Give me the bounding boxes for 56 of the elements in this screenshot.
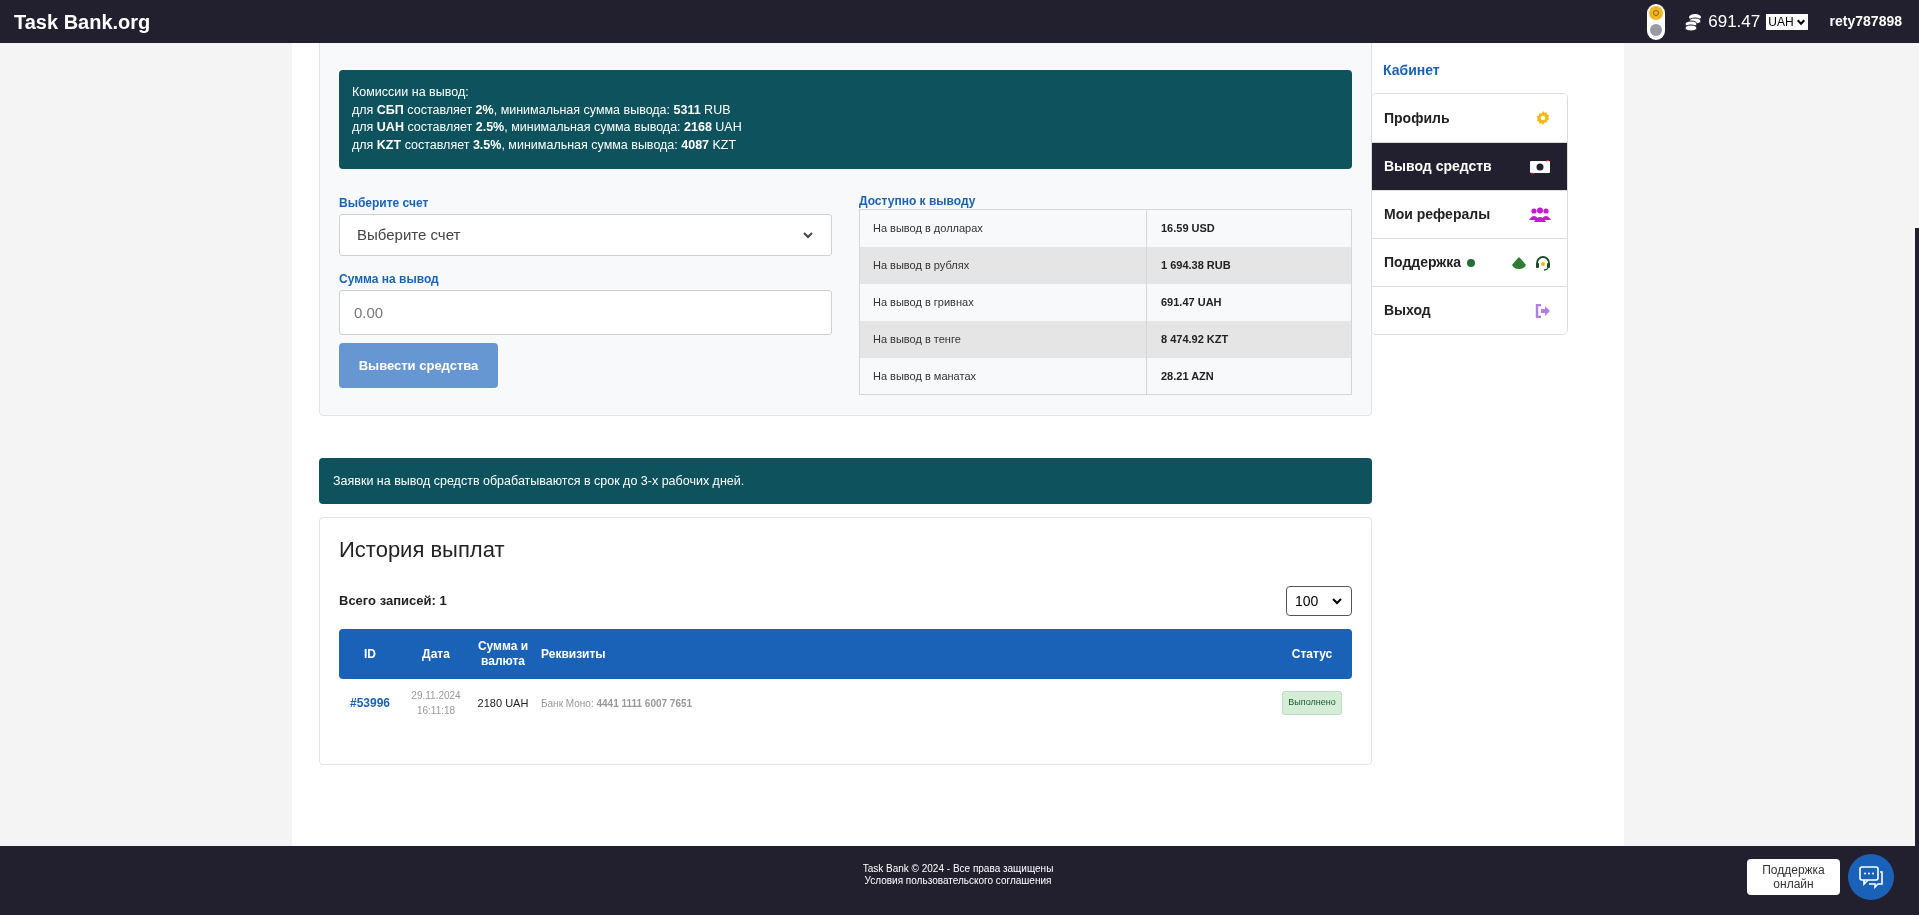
table-cell-text: 29.11.2024 <box>411 689 461 703</box>
account-select[interactable]: Выберите счет <box>339 214 832 256</box>
page-size-select[interactable]: 100 <box>1286 586 1352 616</box>
section-label: Доступно к выводу <box>859 193 977 206</box>
terms-link[interactable]: Условия пользовательского соглашения <box>864 875 1052 887</box>
field-label: Выберите счет <box>339 195 430 210</box>
users-icon <box>1529 206 1551 223</box>
site-logo[interactable]: Task Bank.org <box>14 6 151 37</box>
column-header: Статус <box>1290 646 1334 662</box>
gear-icon <box>1535 110 1551 126</box>
table-cell: 28.21 AZN <box>1146 357 1352 395</box>
column-header: ID <box>363 646 377 662</box>
banknote-icon <box>1529 159 1551 174</box>
chat-icon[interactable] <box>1848 854 1894 900</box>
sidebar-item[interactable]: Вывод средств <box>1372 142 1567 190</box>
table-cell: На вывод в долларах <box>859 209 1147 247</box>
table-cell: На вывод в тенге <box>859 320 1147 358</box>
table-cell-text: 2180 UAH <box>476 695 530 711</box>
amount-input[interactable]: 0.00 <box>339 290 832 335</box>
sidebar-item[interactable]: Выход <box>1372 286 1567 334</box>
currency-select[interactable]: UAH <box>1766 13 1808 30</box>
balance-amount: 691.47 <box>1708 10 1761 33</box>
records-count: Всего записей: 1 <box>339 592 447 611</box>
table-cell: 691.47 UAH <box>1146 283 1352 321</box>
coins-icon <box>1683 11 1704 32</box>
headset-icon <box>1535 254 1551 271</box>
notice-text: для UAH составляет 2.5%, минимальная сумма вывода: 2168 UAH <box>352 119 743 136</box>
theme-toggle-icon[interactable] <box>1647 3 1666 40</box>
table-cell-text: Банк Моно: 4441 1111 6007 7651 <box>540 696 694 711</box>
notice-text: Комиссии на вывод: <box>352 84 470 101</box>
table-cell: 8 474.92 KZT <box>1146 320 1352 358</box>
record-id-link[interactable]: #53996 <box>339 694 401 712</box>
column-header: Сумма и валюта <box>476 639 530 669</box>
notice-text: для СБП составляет 2%, минимальная сумма вывода: 5311 RUB <box>352 101 732 119</box>
status-badge: Выполнено <box>1282 691 1342 715</box>
table-cell: 1 694.38 RUB <box>1146 246 1352 284</box>
copyright-text: Task Bank © 2024 - Все права защищены <box>862 863 1054 875</box>
notice-text: для KZT составляет 3.5%, минимальная сумма вывода: 4087 KZT <box>352 136 738 154</box>
scrollbar-thumb[interactable] <box>1915 228 1919 846</box>
table-cell: На вывод в манатах <box>859 357 1147 395</box>
username-link[interactable]: rety787898 <box>1829 11 1902 32</box>
table-cell: 16.59 USD <box>1146 209 1352 247</box>
support-chat-button[interactable]: Поддержка онлайн <box>1747 859 1840 895</box>
column-header: Дата <box>421 646 451 662</box>
table-cell: На вывод в гривнах <box>859 283 1147 321</box>
card-title: История выплат <box>339 536 506 564</box>
field-label: Сумма на вывод <box>339 271 440 286</box>
logout-icon <box>1535 303 1551 318</box>
info-banner: Заявки на вывод средств обрабатываются в срок до 3-х рабочих дней. <box>319 458 1372 504</box>
table-cell: На вывод в рублях <box>859 246 1147 284</box>
chevron-down-icon <box>802 229 814 241</box>
table-cell-text: 16:11:18 <box>416 704 456 718</box>
section-link[interactable]: Кабинет <box>1371 60 1568 80</box>
leaf-icon <box>1511 255 1527 270</box>
chevron-down-icon <box>1331 595 1343 607</box>
column-header: Реквизиты <box>540 646 607 662</box>
